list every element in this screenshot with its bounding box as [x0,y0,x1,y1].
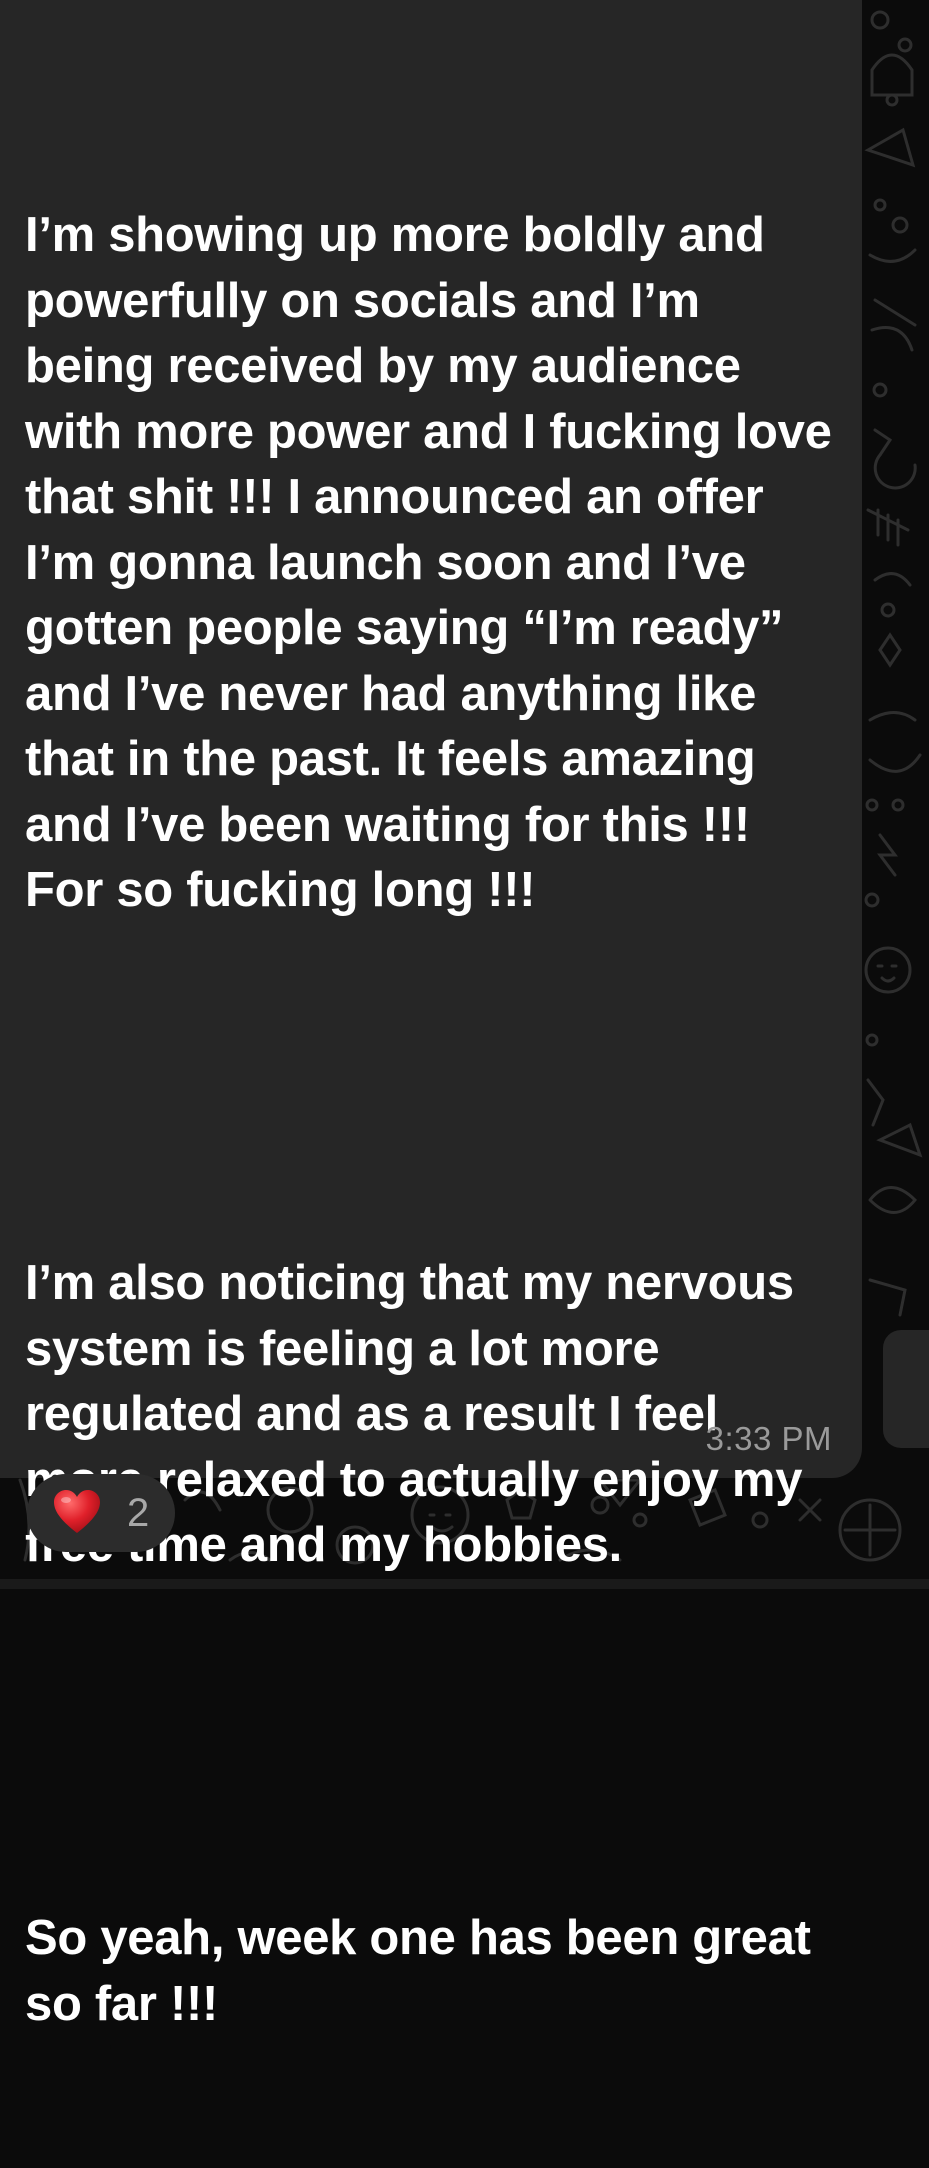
heart-icon [51,1487,103,1539]
bottom-edge [0,1579,929,1589]
message-paragraph: I’m showing up more boldly and powerfull… [25,203,840,924]
reaction-pill[interactable]: 2 [27,1474,175,1552]
reaction-count: 2 [127,1491,149,1536]
message-paragraph: So yeah, week one has been great so far … [25,1906,840,2037]
message-timestamp: 3:33 PM [706,1420,832,1458]
message-bubble[interactable]: I’m showing up more boldly and powerfull… [0,0,862,1478]
message-text: I’m showing up more boldly and powerfull… [25,72,840,2168]
next-message-edge [883,1330,929,1448]
